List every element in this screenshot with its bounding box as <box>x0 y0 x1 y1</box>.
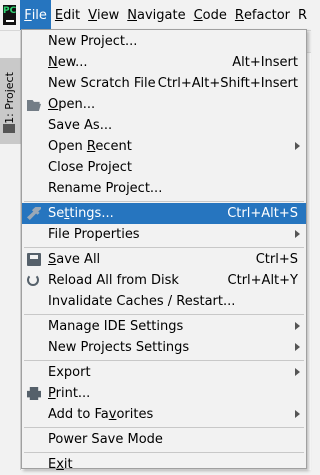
menu-item-add-to-favorites[interactable]: Add to Favorites <box>22 404 306 425</box>
menu-code[interactable]: Code <box>190 0 231 30</box>
menu-bar: PC File Edit View Navigate Code Refactor… <box>0 0 311 31</box>
menu-item-new-projects-settings[interactable]: New Projects Settings <box>22 337 306 358</box>
submenu-arrow-icon <box>295 368 300 376</box>
menu-item-power-save-mode[interactable]: Power Save Mode <box>22 429 306 450</box>
submenu-arrow-icon <box>295 142 300 150</box>
shortcut-text: Ctrl+Alt+S <box>227 206 298 221</box>
shortcut-text: Ctrl+S <box>255 252 298 267</box>
submenu-arrow-icon <box>295 410 300 418</box>
shortcut-text: Ctrl+Alt+Y <box>227 273 298 288</box>
menu-separator <box>24 314 304 315</box>
reload-icon <box>27 274 39 286</box>
menu-item-close-project[interactable]: Close Project <box>22 157 306 178</box>
menu-view[interactable]: View <box>84 0 123 30</box>
shortcut-text: Alt+Insert <box>232 55 298 70</box>
menu-separator <box>24 360 304 361</box>
menu-edit[interactable]: Edit <box>51 0 84 30</box>
menu-item-new[interactable]: New... Alt+Insert <box>22 52 306 73</box>
menu-separator <box>24 201 304 202</box>
pycharm-logo-icon: PC <box>3 5 17 25</box>
shortcut-text: Ctrl+Alt+Shift+Insert <box>157 76 298 91</box>
menu-separator <box>24 452 304 453</box>
wrench-icon <box>27 207 41 220</box>
menu-item-reload-from-disk[interactable]: Reload All from Disk Ctrl+Alt+Y <box>22 270 306 291</box>
menu-item-open-recent[interactable]: Open Recent <box>22 136 306 157</box>
menu-item-exit[interactable]: Exit <box>22 454 306 475</box>
printer-icon <box>27 387 41 400</box>
menu-item-invalidate-caches[interactable]: Invalidate Caches / Restart... <box>22 291 306 312</box>
menu-item-save-as[interactable]: Save As... <box>22 115 306 136</box>
logo-text: PC <box>3 6 17 16</box>
menu-file[interactable]: File <box>20 0 51 30</box>
menu-item-open[interactable]: Open... <box>22 94 306 115</box>
menu-item-file-properties[interactable]: File Properties <box>22 224 306 245</box>
file-menu-dropdown: New Project... New... Alt+Insert New Scr… <box>21 29 307 472</box>
submenu-arrow-icon <box>295 343 300 351</box>
menu-separator <box>24 247 304 248</box>
menu-item-rename-project[interactable]: Rename Project... <box>22 178 306 199</box>
menu-item-save-all[interactable]: Save All Ctrl+S <box>22 249 306 270</box>
folder-open-icon <box>27 99 41 111</box>
menu-item-settings[interactable]: Settings... Ctrl+Alt+S <box>22 203 306 224</box>
submenu-arrow-icon <box>295 230 300 238</box>
menu-item-manage-ide-settings[interactable]: Manage IDE Settings <box>22 316 306 337</box>
save-icon <box>27 253 41 266</box>
menu-item-new-project[interactable]: New Project... <box>22 31 306 52</box>
menu-refactor[interactable]: Refactor <box>231 0 294 30</box>
submenu-arrow-icon <box>295 322 300 330</box>
menu-navigate[interactable]: Navigate <box>123 0 189 30</box>
menu-item-export[interactable]: Export <box>22 362 306 383</box>
menu-item-new-scratch-file[interactable]: New Scratch File Ctrl+Alt+Shift+Insert <box>22 73 306 94</box>
menu-item-print[interactable]: Print... <box>22 383 306 404</box>
menu-separator <box>24 427 304 428</box>
menu-run[interactable]: R <box>294 0 311 30</box>
project-folder-icon <box>3 124 15 133</box>
